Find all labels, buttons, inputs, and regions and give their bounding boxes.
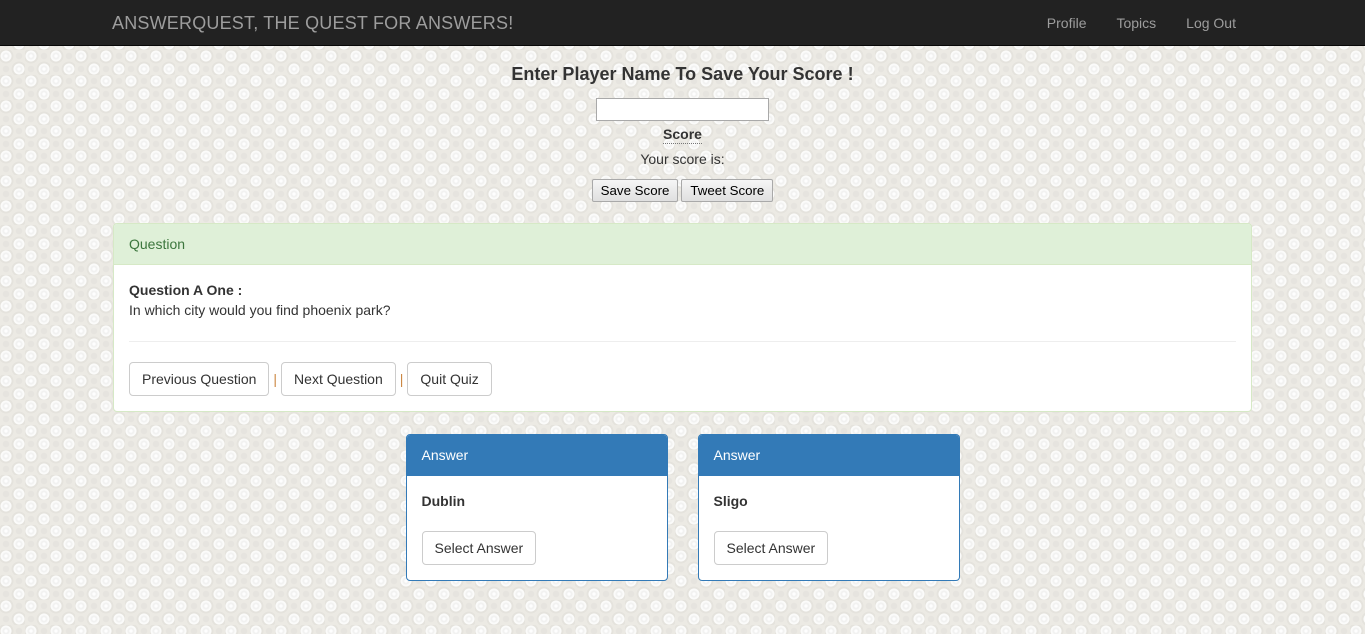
navbar-brand[interactable]: ANSWERQUEST, THE QUEST FOR ANSWERS! [112,13,513,33]
answer-panel-1: Answer Dublin Select Answer [405,434,668,581]
score-value-text: Your score is: [640,151,725,167]
question-button-row: Previous Question | Next Question | Quit… [129,362,1236,396]
quit-quiz-button[interactable]: Quit Quiz [407,362,492,396]
select-answer-button[interactable]: Select Answer [713,531,829,565]
next-question-button[interactable]: Next Question [281,362,396,396]
button-separator: | [273,371,278,387]
answers-row: Answer Dublin Select Answer Answer Sligo… [0,434,1365,581]
save-score-button[interactable]: Save Score [591,179,679,202]
answer-panel-body: Sligo Select Answer [699,476,959,580]
top-navbar: ANSWERQUEST, THE QUEST FOR ANSWERS! Prof… [0,0,1365,46]
question-divider [129,341,1236,342]
question-text: In which city would you find phoenix par… [129,302,391,318]
nav-link-profile[interactable]: Profile [1032,0,1102,46]
answer-text: Sligo [713,493,748,509]
score-section: Enter Player Name To Save Your Score ! S… [0,46,1365,202]
navbar-links: Profile Topics Log Out [1032,0,1251,46]
answer-panel-heading: Answer [406,435,667,476]
previous-question-button[interactable]: Previous Question [129,362,270,396]
question-panel: Question Question A One : In which city … [113,223,1252,412]
select-answer-button[interactable]: Select Answer [421,531,537,565]
answer-text: Dublin [421,493,466,509]
answer-panel-2: Answer Sligo Select Answer [697,434,960,581]
score-section-title: Enter Player Name To Save Your Score ! [511,64,854,84]
answer-panel-body: Dublin Select Answer [407,476,667,580]
score-label-wrap: Score [0,121,1365,144]
question-title: Question A One : [129,282,243,298]
nav-link-topics[interactable]: Topics [1101,0,1171,46]
player-name-input[interactable] [596,98,769,121]
score-label: Score [663,126,702,144]
question-panel-body: Question A One : In which city would you… [114,265,1251,411]
answer-panel-heading: Answer [698,435,959,476]
nav-link-logout[interactable]: Log Out [1171,0,1251,46]
page-container: Enter Player Name To Save Your Score ! S… [0,46,1365,581]
button-separator: | [399,371,404,387]
tweet-score-button[interactable]: Tweet Score [681,179,774,202]
score-buttons: Save Score Tweet Score [0,179,1365,202]
question-panel-heading: Question [114,224,1251,265]
